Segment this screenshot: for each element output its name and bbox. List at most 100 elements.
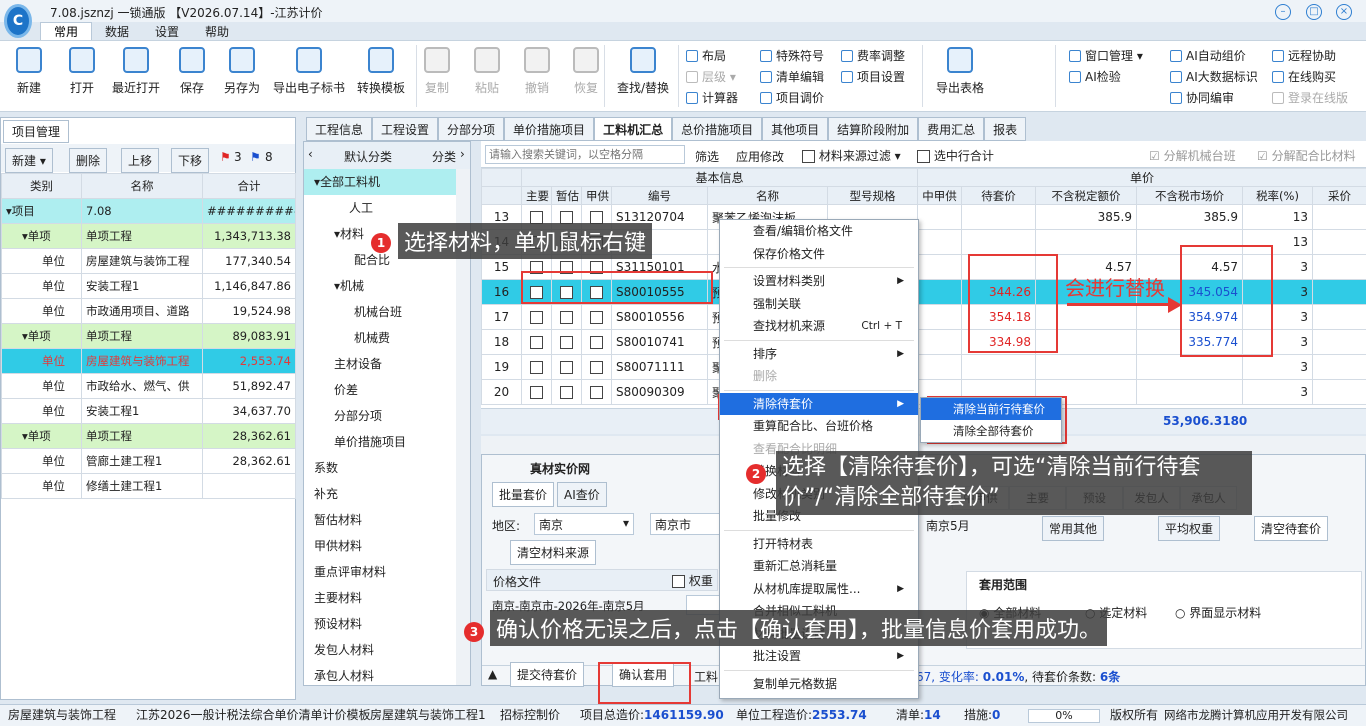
grid-col-header[interactable]: 待套价 xyxy=(961,186,1037,205)
export-bid-button[interactable]: 导出电子标书 xyxy=(273,47,345,96)
calculator-button[interactable]: 计算器 xyxy=(686,89,738,106)
layout-button[interactable]: 布局 xyxy=(686,47,726,64)
level-button[interactable]: 层级 ▾ xyxy=(686,68,736,85)
project-row[interactable]: 单位 房屋建筑与装饰工程 2,553.74 xyxy=(1,348,296,374)
tab-5[interactable]: 总价措施项目 xyxy=(672,117,763,141)
grid-col-header[interactable]: 暂估 xyxy=(551,186,582,205)
project-row[interactable]: ▾单项 单项工程 28,362.61 xyxy=(1,423,296,449)
grid-col-header[interactable]: 名称 xyxy=(707,186,828,205)
context-item[interactable]: 查看/编辑价格文件 xyxy=(720,220,918,243)
tree-prev-icon[interactable]: ‹ xyxy=(308,147,313,161)
tree-item[interactable]: 单价措施项目 xyxy=(304,429,456,455)
filter-button[interactable]: 筛选 xyxy=(695,148,719,165)
maximize-icon[interactable]: □ xyxy=(1306,4,1322,20)
tab-0[interactable]: 工程信息 xyxy=(306,117,373,141)
material-row[interactable]: 19 S80071111 聚 3 xyxy=(481,354,1366,380)
grid-col-header[interactable]: 中甲供 xyxy=(917,186,963,205)
provisional-checkbox[interactable] xyxy=(551,354,582,380)
batch-price-tab[interactable]: 批量套价 xyxy=(492,482,555,507)
main-checkbox[interactable] xyxy=(521,379,552,405)
provisional-checkbox[interactable] xyxy=(551,329,582,355)
fee-adjust-button[interactable]: 费率调整 xyxy=(841,47,905,64)
undo-button[interactable]: 撤销 xyxy=(524,47,550,96)
context-item[interactable]: 查找材机来源 Ctrl + T xyxy=(720,315,918,338)
project-row[interactable]: ▾项目7.08########### xyxy=(1,198,296,224)
tree-item[interactable]: ▾全部工料机 xyxy=(304,169,456,195)
scope-display-radio[interactable]: ○ 界面显示材料 xyxy=(1175,604,1261,621)
clear-all-pending-item[interactable]: 清除全部待套价 xyxy=(921,420,1061,442)
tab-6[interactable]: 其他项目 xyxy=(762,117,829,141)
default-category-tab[interactable]: 默认分类 xyxy=(344,148,392,165)
provisional-checkbox[interactable] xyxy=(551,379,582,405)
list-edit-button[interactable]: 清单编辑 xyxy=(760,68,824,85)
window-manage-button[interactable]: 窗口管理 ▾ xyxy=(1069,47,1143,64)
grid-col-header[interactable]: 不含税定额价 xyxy=(1035,186,1138,205)
context-item[interactable]: 强制关联 xyxy=(720,293,918,316)
clear-current-pending-item[interactable]: 清除当前行待套价 xyxy=(921,398,1061,420)
tab-9[interactable]: 报表 xyxy=(984,117,1027,141)
owner-supply-checkbox[interactable] xyxy=(581,379,612,405)
grid-col-header[interactable]: 型号规格 xyxy=(826,186,919,205)
menu-data[interactable]: 数据 xyxy=(92,23,142,41)
tree-next-icon[interactable]: › xyxy=(460,147,465,161)
context-item[interactable]: 删除 xyxy=(720,365,918,388)
project-row[interactable]: ▾单项 单项工程 1,343,713.38 xyxy=(1,223,296,249)
ai-check-button[interactable]: AI检验 xyxy=(1069,68,1121,85)
remote-button[interactable]: 远程协助 xyxy=(1272,47,1336,64)
login-online-button[interactable]: 登录在线版 xyxy=(1272,89,1348,106)
move-up-button[interactable]: 上移 xyxy=(121,148,160,173)
grid-col-header[interactable]: 税率(%) xyxy=(1242,186,1314,205)
project-row[interactable]: 单位 市政通用项目、道路 19,524.98 xyxy=(1,298,296,324)
move-down-button[interactable]: 下移 xyxy=(171,148,210,173)
clear-pending-button[interactable]: 清空待套价 xyxy=(1254,516,1329,541)
submit-pending-button[interactable]: 提交待套价 xyxy=(510,662,585,687)
saveas-button[interactable]: 另存为 xyxy=(224,47,260,96)
tab-1[interactable]: 工程设置 xyxy=(372,117,439,141)
context-item[interactable]: 批注设置 ▶ xyxy=(720,645,918,668)
special-symbol-button[interactable]: 特殊符号 xyxy=(760,47,824,64)
source-filter-checkbox[interactable]: 材料来源过滤 ▾ xyxy=(802,147,901,164)
owner-supply-checkbox[interactable] xyxy=(581,329,612,355)
apply-changes-button[interactable]: 应用修改 xyxy=(736,148,784,165)
tree-item[interactable]: 机械费 xyxy=(304,325,456,351)
collab-button[interactable]: 协同编审 xyxy=(1170,89,1234,106)
context-item[interactable]: 重新汇总消耗量 xyxy=(720,555,918,578)
project-row[interactable]: 单位 修缮土建工程1 xyxy=(1,473,296,499)
tab-4[interactable]: 工料机汇总 xyxy=(594,117,673,141)
split-mix-checkbox[interactable]: ☑ 分解配合比材料 xyxy=(1257,147,1356,164)
tree-item[interactable]: 重点评审材料 xyxy=(304,559,456,585)
context-item[interactable]: 重算配合比、台班价格 xyxy=(720,415,918,438)
ai-bigdata-button[interactable]: AI大数据标识 xyxy=(1170,68,1258,85)
owner-supply-checkbox[interactable] xyxy=(581,304,612,330)
menu-settings[interactable]: 设置 xyxy=(142,23,192,41)
minimize-icon[interactable]: – xyxy=(1275,4,1291,20)
close-icon[interactable]: × xyxy=(1336,4,1352,20)
save-button[interactable]: 保存 xyxy=(179,47,205,96)
tree-item[interactable]: 价差 xyxy=(304,377,456,403)
context-item[interactable]: 从材机库提取属性... ▶ xyxy=(720,578,918,601)
tree-item[interactable]: 主材设备 xyxy=(304,351,456,377)
main-checkbox[interactable] xyxy=(521,304,552,330)
search-input[interactable] xyxy=(485,145,685,164)
project-row[interactable]: 单位 市政给水、燃气、供 51,892.47 xyxy=(1,373,296,399)
menu-common[interactable]: 常用 xyxy=(40,22,93,41)
tree-item[interactable]: 暂估材料 xyxy=(304,507,456,533)
find-replace-button[interactable]: 查找/替换 xyxy=(617,47,669,96)
paste-button[interactable]: 粘贴 xyxy=(474,47,500,96)
tree-item[interactable]: ▾机械 xyxy=(304,273,456,299)
recent-button[interactable]: 最近打开 xyxy=(112,47,160,96)
selected-total-checkbox[interactable]: 选中行合计 xyxy=(917,147,994,164)
tree-item[interactable]: 发包人材料 xyxy=(304,637,456,663)
tree-item[interactable]: 人工 xyxy=(304,195,456,221)
tab-3[interactable]: 单价措施项目 xyxy=(504,117,595,141)
weight-header[interactable]: 权重 xyxy=(672,572,713,589)
tree-item[interactable]: 分部分项 xyxy=(304,403,456,429)
tree-item[interactable]: 系数 xyxy=(304,455,456,481)
main-checkbox[interactable] xyxy=(521,329,552,355)
tree-item[interactable]: 承包人材料 xyxy=(304,663,456,689)
provisional-checkbox[interactable] xyxy=(551,304,582,330)
ai-price-button[interactable]: AI自动组价 xyxy=(1170,47,1246,64)
project-price-button[interactable]: 项目调价 xyxy=(760,89,824,106)
project-settings-button[interactable]: 项目设置 xyxy=(841,68,905,85)
split-machine-checkbox[interactable]: ☑ 分解机械台班 xyxy=(1149,147,1236,164)
